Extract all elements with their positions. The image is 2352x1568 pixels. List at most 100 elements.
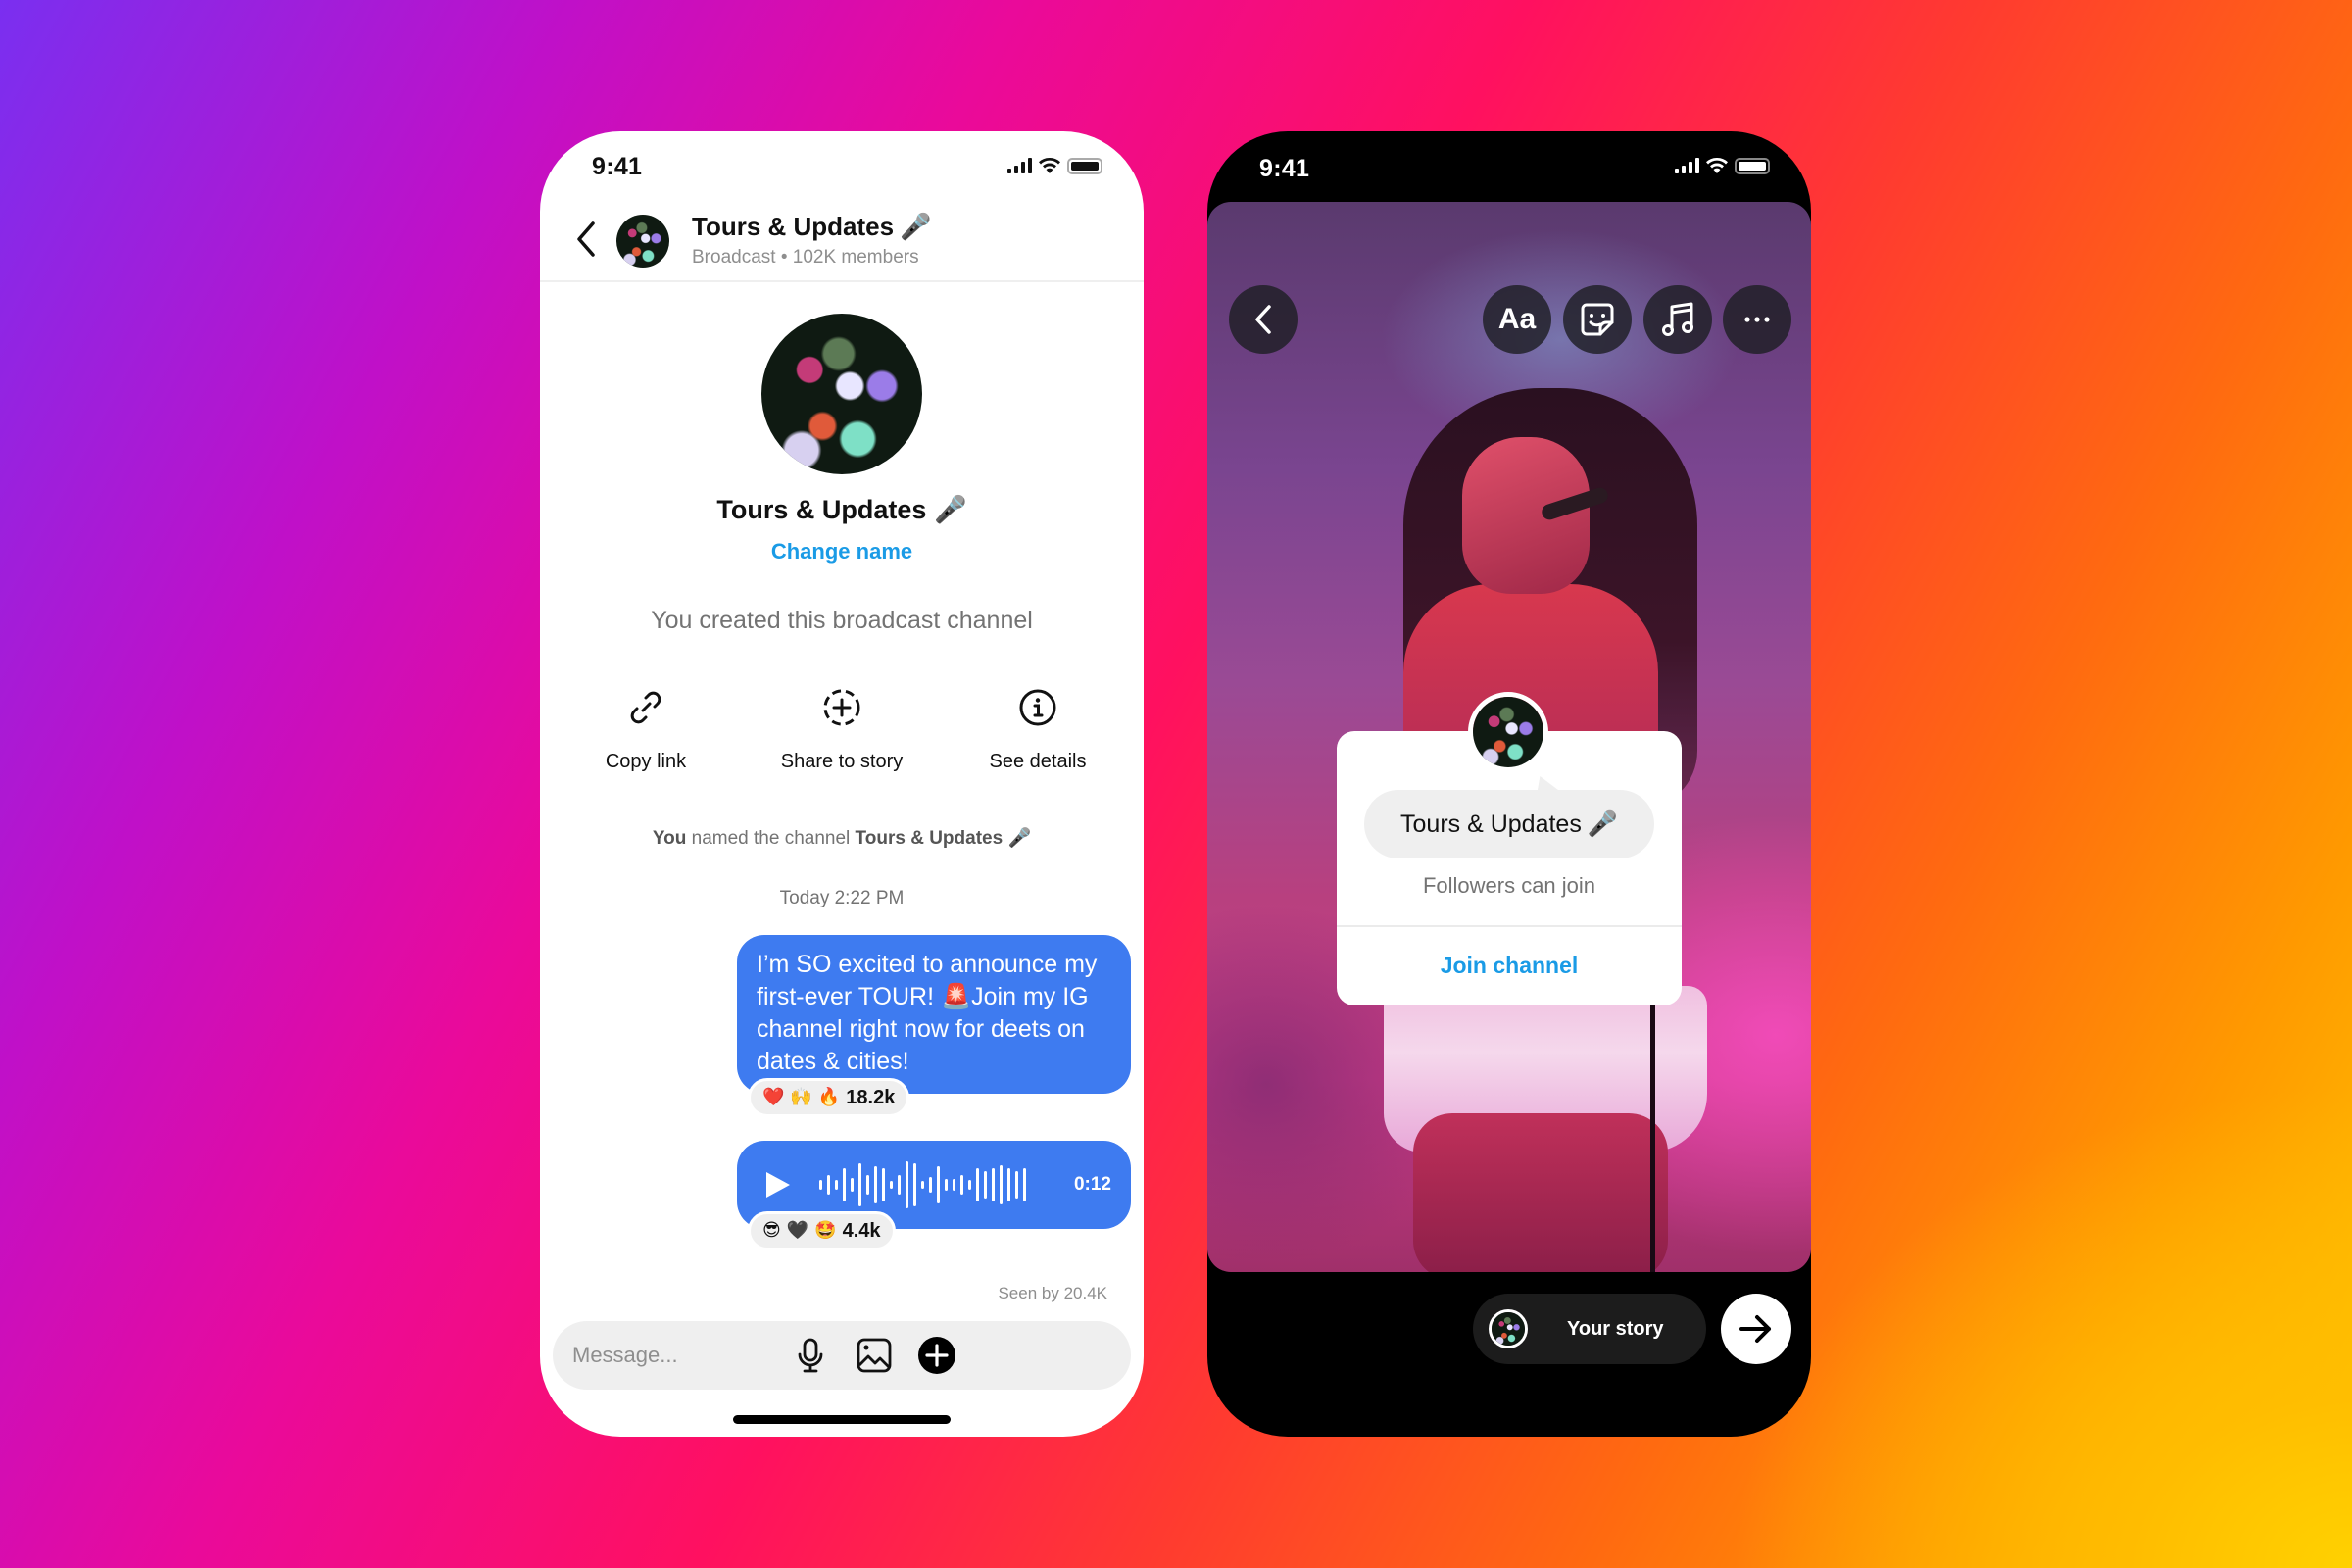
- text-tool-button[interactable]: Aa: [1483, 285, 1551, 354]
- play-icon[interactable]: [762, 1170, 792, 1200]
- plus-icon[interactable]: [917, 1336, 956, 1375]
- waveform-bar: [968, 1180, 971, 1190]
- channel-named-note: You named the channel Tours & Updates 🎤: [540, 826, 1144, 850]
- note-channel-name: Tours & Updates: [855, 828, 1004, 849]
- wifi-icon: [1039, 157, 1060, 173]
- sunglasses-emoji-icon: 😎: [762, 1220, 781, 1241]
- gallery-icon[interactable]: [855, 1336, 894, 1375]
- back-chevron-icon[interactable]: [569, 220, 605, 259]
- send-story-button[interactable]: [1721, 1294, 1791, 1364]
- voice-duration: 0:12: [1073, 1174, 1111, 1195]
- more-options-button[interactable]: [1723, 285, 1791, 354]
- system-icons: [1007, 157, 1102, 174]
- change-name-link[interactable]: Change name: [540, 539, 1144, 564]
- waveform-bar: [1000, 1165, 1003, 1204]
- story-share-phone: 9:41 Aa Tours & Updates 🎤 Followers can …: [1207, 131, 1811, 1437]
- waveform-bar: [921, 1181, 924, 1189]
- waveform-bar: [953, 1179, 956, 1191]
- channel-avatar[interactable]: [616, 215, 669, 268]
- share-to-story-label: Share to story: [780, 751, 904, 772]
- waveform-bar: [929, 1177, 932, 1193]
- fire-emoji-icon: 🔥: [817, 1087, 841, 1107]
- profile-avatar[interactable]: [761, 314, 922, 474]
- reaction-count: 4.4k: [842, 1219, 881, 1242]
- waveform-bar: [945, 1179, 948, 1191]
- channel-sticker-card[interactable]: Tours & Updates 🎤 Followers can join Joi…: [1337, 731, 1682, 1005]
- message-timestamp: Today 2:22 PM: [779, 888, 905, 908]
- profile-name: Tours & Updates 🎤: [540, 494, 1144, 525]
- voice-message-reactions[interactable]: 😎 🖤 🤩 4.4k: [748, 1211, 896, 1250]
- your-story-avatar: [1489, 1309, 1528, 1348]
- star-struck-emoji-icon: 🤩: [814, 1220, 837, 1241]
- band-photo: [616, 215, 669, 268]
- copy-link-button[interactable]: Copy link: [563, 686, 729, 773]
- see-details-label: See details: [989, 751, 1087, 772]
- message-composer: [553, 1321, 1131, 1390]
- link-icon: [630, 691, 662, 724]
- audio-waveform[interactable]: [819, 1155, 1026, 1214]
- back-chevron-icon: [1255, 305, 1271, 334]
- add-story-icon: [823, 689, 860, 726]
- band-photo: [1473, 697, 1544, 767]
- waveform-bar: [843, 1168, 846, 1201]
- waveform-bar: [906, 1161, 908, 1208]
- waveform-bar: [992, 1168, 995, 1201]
- waveform-bar: [858, 1163, 861, 1206]
- singer-face: [1462, 437, 1590, 594]
- microphone-emoji-icon: 🎤: [900, 212, 932, 241]
- note-actor: You: [652, 828, 687, 849]
- battery-icon: [1067, 157, 1102, 174]
- waveform-bar: [819, 1180, 822, 1190]
- story-back-button[interactable]: [1229, 285, 1298, 354]
- message-reactions[interactable]: ❤️ 🙌 🔥 18.2k: [748, 1078, 910, 1117]
- music-button[interactable]: [1643, 285, 1712, 354]
- see-details-button[interactable]: See details: [955, 686, 1121, 773]
- raised-hands-emoji-icon: 🙌: [790, 1087, 812, 1107]
- sticker-channel-avatar: [1468, 692, 1548, 772]
- your-story-button[interactable]: Your story: [1473, 1294, 1706, 1364]
- cellular-signal-icon: [1007, 158, 1032, 173]
- note-text: named the channel: [686, 828, 856, 849]
- waveform-bar: [827, 1175, 830, 1195]
- status-time: 9:41: [1259, 155, 1310, 182]
- battery-icon: [1735, 157, 1770, 174]
- cellular-signal-icon: [1675, 158, 1699, 173]
- broadcast-channel-phone: 9:41 Tours & Updates 🎤 Broadcast • 102K …: [540, 131, 1144, 1437]
- music-icon: [1662, 302, 1693, 336]
- band-photo: [761, 314, 922, 474]
- singer-legs: [1413, 1113, 1668, 1272]
- your-story-label: Your story: [1567, 1317, 1664, 1340]
- waveform-bar: [937, 1166, 940, 1203]
- arrow-right-icon: [1740, 1315, 1771, 1343]
- microphone-emoji-icon: 🎤: [1587, 809, 1618, 838]
- waveform-bar: [976, 1168, 979, 1201]
- channel-title[interactable]: Tours & Updates 🎤: [692, 212, 931, 242]
- black-heart-emoji-icon: 🖤: [786, 1220, 809, 1241]
- heart-emoji-icon: ❤️: [762, 1087, 785, 1107]
- band-photo: [1492, 1312, 1525, 1346]
- followers-can-join-text: Followers can join: [1422, 873, 1596, 898]
- channel-subtitle: Broadcast • 102K members: [692, 247, 919, 268]
- waveform-bar: [1023, 1168, 1026, 1201]
- waveform-bar: [835, 1180, 838, 1190]
- more-icon: [1744, 317, 1770, 322]
- channel-name-text: Tours & Updates: [1400, 809, 1582, 838]
- sticker-button[interactable]: [1563, 285, 1632, 354]
- waveform-bar: [851, 1178, 854, 1192]
- home-indicator[interactable]: [733, 1415, 951, 1424]
- status-bar: 9:41: [1207, 131, 1811, 200]
- channel-title-text: Tours & Updates: [692, 212, 895, 241]
- waveform-bar: [984, 1171, 987, 1199]
- waveform-bar: [1015, 1171, 1018, 1199]
- microphone-icon[interactable]: [791, 1336, 830, 1375]
- siren-emoji-icon: 🚨: [941, 983, 972, 1010]
- seen-by-count: Seen by 20.4K: [998, 1284, 1107, 1302]
- share-to-story-button[interactable]: Share to story: [759, 686, 925, 773]
- text-message-bubble[interactable]: I’m SO excited to announce my first-ever…: [737, 935, 1131, 1094]
- waveform-bar: [898, 1175, 901, 1195]
- reaction-count: 18.2k: [846, 1086, 896, 1108]
- microphone-emoji-icon: 🎤: [933, 495, 967, 524]
- waveform-bar: [890, 1181, 893, 1189]
- status-bar: 9:41: [540, 131, 1144, 200]
- join-channel-button[interactable]: Join channel: [1337, 925, 1682, 1005]
